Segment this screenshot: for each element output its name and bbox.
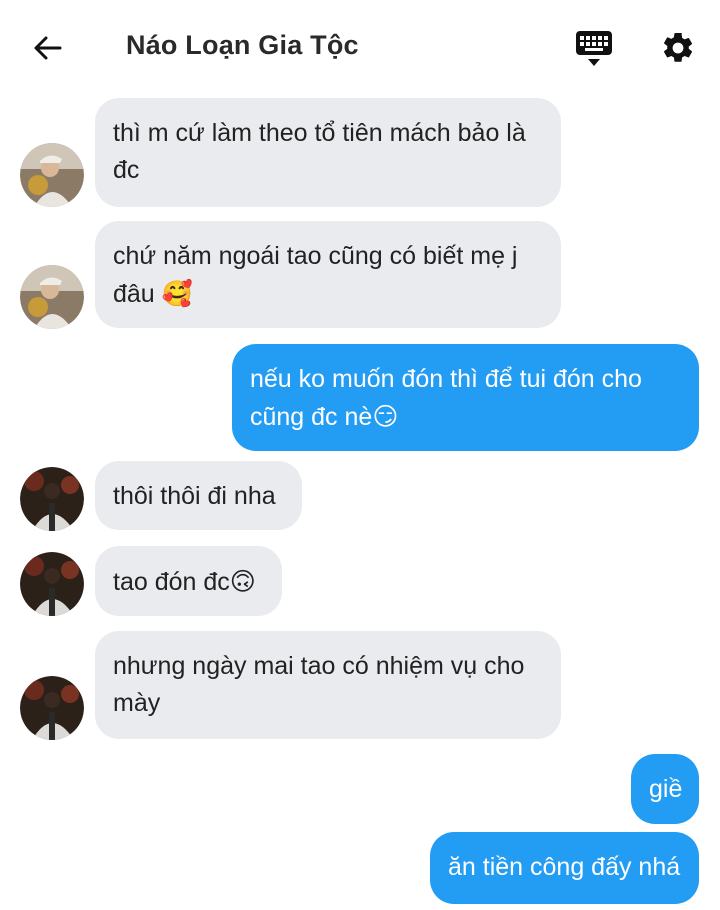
avatar[interactable] — [20, 676, 84, 740]
message-bubble-incoming[interactable]: thì m cứ làm theo tổ tiên mách bảo là đc — [95, 98, 561, 207]
message-bubble-incoming[interactable]: tao đón đc🙃 — [95, 546, 282, 616]
back-button[interactable] — [28, 28, 68, 68]
settings-button[interactable] — [656, 26, 700, 70]
message-bubble-outgoing[interactable]: ăn tiền công đấy nhá — [430, 832, 699, 904]
arrow-left-icon — [34, 36, 62, 60]
message-text: giề — [649, 775, 683, 803]
message-text: tao đón đc — [113, 568, 230, 596]
emoji: 😏 — [372, 402, 399, 431]
avatar[interactable] — [20, 143, 84, 207]
chat-header: Náo Loạn Gia Tộc — [0, 0, 720, 96]
message-bubble-outgoing[interactable]: giề — [631, 754, 699, 824]
keyboard-icon — [576, 31, 612, 66]
keyboard-button[interactable] — [572, 26, 616, 70]
message-bubble-incoming[interactable]: thôi thôi đi nha — [95, 461, 302, 530]
chat-title: Náo Loạn Gia Tộc — [126, 30, 359, 60]
avatar[interactable] — [20, 552, 84, 616]
message-bubble-outgoing[interactable]: nếu ko muốn đón thì để tui đón cho cũng … — [232, 344, 699, 451]
avatar[interactable] — [20, 265, 84, 329]
emoji: 🙃 — [229, 567, 256, 596]
gear-icon — [664, 32, 693, 62]
emoji: 🥰 — [161, 279, 193, 308]
message-bubble-incoming[interactable]: nhưng ngày mai tao có nhiệm vụ cho mày — [95, 631, 561, 739]
message-text: nếu ko muốn đón thì để tui đón cho cũng … — [250, 365, 642, 431]
message-text: thì m cứ làm theo tổ tiên mách bảo là đc — [113, 119, 526, 184]
avatar[interactable] — [20, 467, 84, 531]
message-text: nhưng ngày mai tao có nhiệm vụ cho mày — [113, 652, 525, 717]
message-text: thôi thôi đi nha — [113, 482, 276, 510]
message-text: ăn tiền công đấy nhá — [448, 853, 681, 881]
message-bubble-incoming[interactable]: chứ năm ngoái tao cũng có biết mẹ j đâu … — [95, 221, 561, 328]
